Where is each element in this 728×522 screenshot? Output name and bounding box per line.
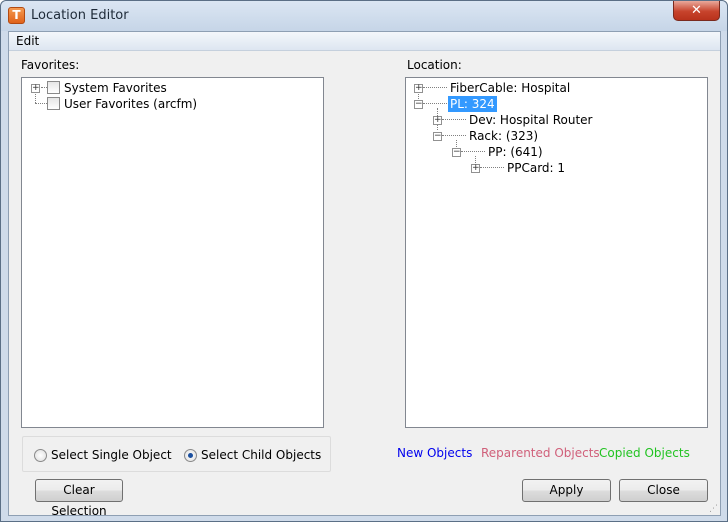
node-label: Rack: (323) (469, 129, 539, 143)
node-label: PPCard: 1 (507, 161, 566, 175)
legend-new-objects: New Objects (397, 446, 473, 460)
user-favorites-label: User Favorites (arcfm) (64, 97, 198, 111)
close-button[interactable]: Close (619, 479, 708, 502)
resize-grip-icon[interactable]: ⋰ (709, 504, 720, 515)
system-favorites-checkbox[interactable] (47, 81, 60, 94)
favorites-label: Favorites: (21, 58, 80, 72)
collapse-icon[interactable]: − (433, 132, 442, 141)
location-node-pp[interactable]: − PP: (641) (406, 144, 706, 160)
select-child-objects-radio[interactable] (184, 449, 197, 462)
app-icon: T (8, 7, 25, 24)
expand-icon[interactable]: + (414, 84, 423, 93)
select-single-object-label[interactable]: Select Single Object (51, 448, 172, 462)
location-node-ppcard[interactable]: + PPCard: 1 (406, 160, 706, 176)
legend-copied-objects: Copied Objects (599, 446, 690, 460)
apply-button[interactable]: Apply (522, 479, 611, 502)
location-node-dev[interactable]: + Dev: Hospital Router (406, 112, 706, 128)
clear-selection-button[interactable]: Clear Selection (35, 479, 123, 518)
favorites-item-system[interactable]: + System Favorites (22, 80, 322, 96)
location-label: Location: (407, 58, 462, 72)
expand-icon[interactable]: + (433, 116, 442, 125)
location-tree[interactable]: + FiberCable: Hospital − PL: 324 + Dev: … (405, 77, 708, 428)
location-editor-window: T Location Editor ✕ Edit Favorites: + Sy… (0, 0, 728, 522)
user-favorites-checkbox[interactable] (47, 97, 60, 110)
expand-icon[interactable]: + (471, 164, 480, 173)
close-icon: ✕ (691, 3, 702, 18)
title-bar[interactable]: T Location Editor ✕ (1, 1, 727, 31)
node-label-selected: PL: 324 (448, 96, 497, 112)
select-child-objects-label[interactable]: Select Child Objects (201, 448, 321, 462)
node-label: FiberCable: Hospital (450, 81, 571, 95)
menu-edit[interactable]: Edit (16, 34, 39, 48)
selection-mode-group: Select Single Object Select Child Object… (22, 436, 331, 472)
favorites-tree[interactable]: + System Favorites User Favorites (arcfm… (21, 77, 324, 428)
system-favorites-label: System Favorites (64, 81, 167, 95)
favorites-item-user[interactable]: User Favorites (arcfm) (22, 96, 322, 112)
window-close-button[interactable]: ✕ (673, 1, 720, 21)
location-node-pl[interactable]: − PL: 324 (406, 96, 706, 112)
collapse-icon[interactable]: − (414, 100, 423, 109)
expand-icon[interactable]: + (31, 84, 40, 93)
location-node-fibercable[interactable]: + FiberCable: Hospital (406, 80, 706, 96)
window-title: Location Editor (31, 8, 129, 23)
node-label: Dev: Hospital Router (469, 113, 593, 127)
node-label: PP: (641) (488, 145, 543, 159)
collapse-icon[interactable]: − (452, 148, 461, 157)
dialog-body: Edit Favorites: + System Favorites User … (8, 31, 721, 518)
select-single-object-radio[interactable] (34, 449, 47, 462)
legend-reparented-objects: Reparented Objects (481, 446, 600, 460)
location-node-rack[interactable]: − Rack: (323) (406, 128, 706, 144)
menu-bar: Edit (9, 32, 720, 51)
